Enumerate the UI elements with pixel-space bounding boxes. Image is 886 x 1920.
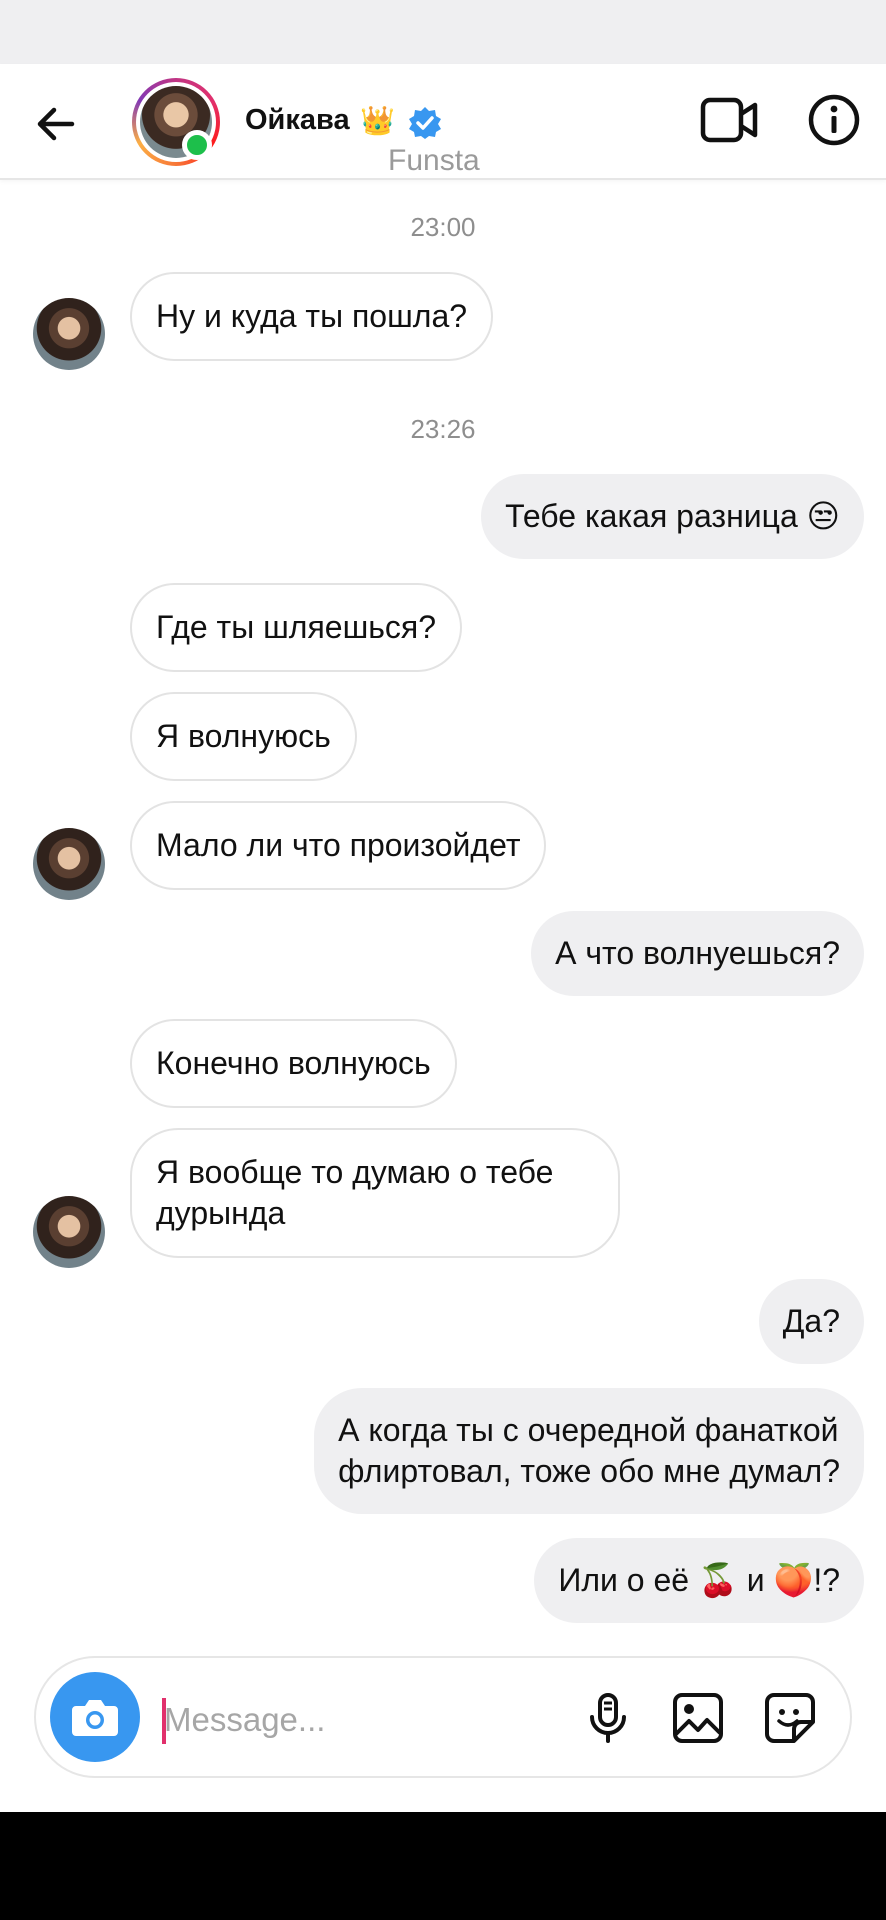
- back-button[interactable]: [32, 100, 80, 148]
- video-call-button[interactable]: [700, 94, 760, 146]
- status-bar: [0, 0, 886, 64]
- voice-message-button[interactable]: [580, 1690, 636, 1746]
- online-status-dot: [182, 130, 212, 160]
- message-text: !?: [813, 1562, 840, 1598]
- message-input[interactable]: [164, 1694, 584, 1746]
- cherries-emoji: 🍒: [697, 1562, 738, 1598]
- crown-icon: 👑: [360, 105, 395, 136]
- outgoing-message[interactable]: А что волнуешься?: [531, 911, 864, 996]
- message-text: и: [737, 1562, 774, 1598]
- video-call-icon: [700, 97, 758, 143]
- message-line: А когда ты с очередной фанаткой: [338, 1412, 839, 1448]
- sticker-icon: [765, 1693, 815, 1743]
- timestamp: 23:00: [410, 212, 476, 242]
- outgoing-message[interactable]: А когда ты с очередной фанаткой флиртова…: [314, 1388, 864, 1514]
- timestamp: 23:26: [410, 414, 476, 444]
- sender-avatar[interactable]: [33, 298, 105, 370]
- info-icon: [808, 94, 860, 146]
- verified-icon: [409, 107, 441, 139]
- gallery-icon: [673, 1693, 723, 1743]
- incoming-message[interactable]: Ну и куда ты пошла?: [130, 272, 494, 361]
- incoming-message[interactable]: Я вообще то думаю о тебе дурында: [130, 1128, 620, 1258]
- message-line: флиртовал, тоже обо мне думал?: [338, 1453, 840, 1489]
- message-text: Тебе какая разница: [505, 498, 807, 534]
- incoming-message[interactable]: Я волнуюсь: [130, 692, 357, 781]
- message-composer: [34, 1656, 852, 1778]
- outgoing-message[interactable]: Тебе какая разница 😒: [481, 474, 864, 559]
- account-subtitle: Funsta: [388, 144, 480, 177]
- sender-avatar[interactable]: [33, 1196, 105, 1268]
- incoming-message[interactable]: Конечно волнуюсь: [130, 1019, 457, 1108]
- info-button[interactable]: [806, 92, 862, 148]
- microphone-icon: [590, 1693, 626, 1743]
- sender-avatar[interactable]: [33, 828, 105, 900]
- system-navigation-bar: [0, 1812, 886, 1920]
- message-text: Или о её: [558, 1562, 698, 1598]
- peach-emoji: 🍑: [773, 1562, 814, 1598]
- incoming-message[interactable]: Мало ли что произойдет: [130, 801, 547, 890]
- incoming-message[interactable]: Где ты шляешься?: [130, 583, 463, 672]
- message-line: дурында: [156, 1195, 286, 1231]
- sticker-button[interactable]: [762, 1690, 818, 1746]
- gallery-button[interactable]: [670, 1690, 726, 1746]
- camera-button[interactable]: [50, 1672, 140, 1762]
- chat-header: Ойкава 👑 Funsta: [0, 64, 886, 180]
- back-arrow-icon: [37, 107, 75, 141]
- outgoing-message[interactable]: Или о её 🍒 и 🍑!?: [534, 1538, 864, 1623]
- camera-icon: [72, 1700, 118, 1736]
- contact-name[interactable]: Ойкава: [245, 104, 350, 137]
- outgoing-message[interactable]: Да?: [758, 1279, 864, 1364]
- message-line: Я вообще то думаю о тебе: [156, 1154, 554, 1190]
- unamused-emoji: 😒: [806, 498, 840, 534]
